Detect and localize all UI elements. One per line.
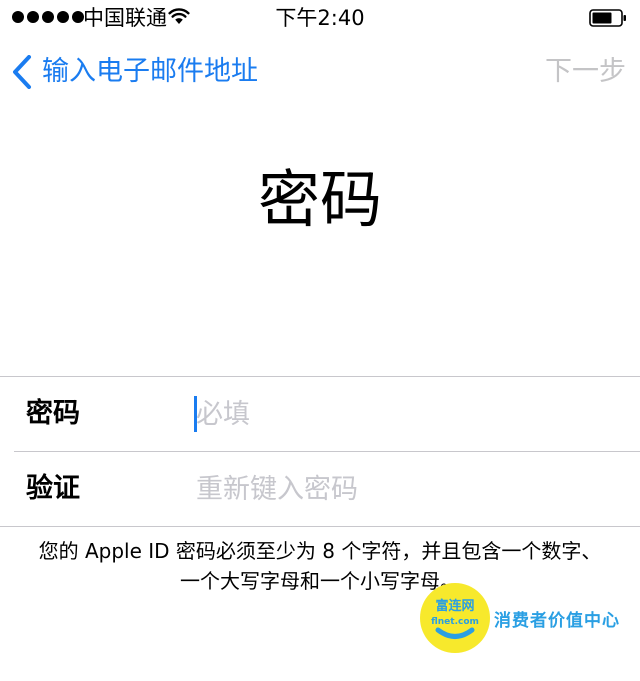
verify-row[interactable]: 验证 [0,452,640,526]
watermark-logo-text: 富连网 [435,598,474,614]
text-cursor [194,396,197,432]
watermark-smile-logo: 富连网 flnet.com [420,583,490,653]
back-button[interactable]: 输入电子邮件地址 [12,52,258,92]
next-button[interactable]: 下一步 [545,52,626,92]
status-time: 下午2:40 [275,6,365,30]
battery-icon [589,9,626,27]
watermark-caption: 消费者价值中心 [494,610,620,631]
password-label: 密码 [26,398,80,429]
status-bar: 中国联通 下午2:40 [0,0,640,40]
watermark-logo: 富连网 flnet.com 消费者价值中心 [420,583,620,653]
verify-password-input[interactable] [196,470,616,508]
divider [0,526,640,527]
screen: 中国联通 下午2:40 输入电子邮件地址 下一步 密码 密码 验证 您的 App… [0,0,640,681]
page-title: 密码 [257,163,382,236]
back-button-label: 输入电子邮件地址 [42,56,258,87]
verify-label: 验证 [26,473,80,504]
password-input[interactable] [196,395,616,433]
password-form: 密码 验证 [0,376,640,527]
chevron-left-icon [13,55,31,89]
watermark-logo-domain: flnet.com [431,617,479,627]
password-row[interactable]: 密码 [0,377,640,451]
